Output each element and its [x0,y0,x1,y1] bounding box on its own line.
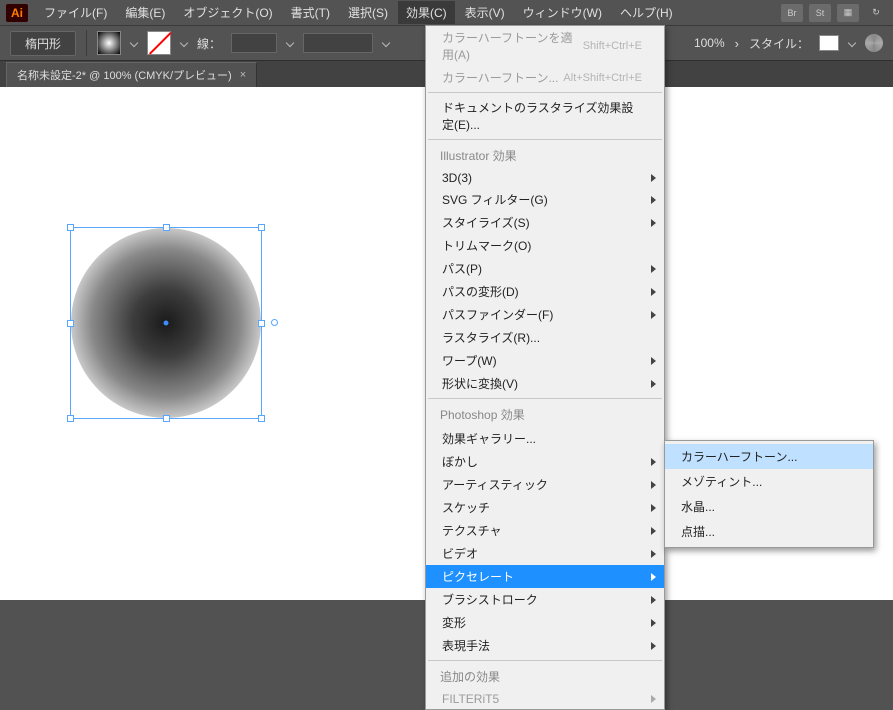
menu-pathfinder[interactable]: パスファインダー(F) [426,303,664,326]
submenu-mezzotint[interactable]: メゾティント... [665,469,873,494]
menu-window[interactable]: ウィンドウ(W) [515,1,610,24]
fill-dropdown-icon[interactable] [130,39,138,47]
shape-label: 楕円形 [10,31,76,56]
header-extra: 追加の効果 [426,664,664,689]
menu-blur[interactable]: ぼかし [426,450,664,473]
handle-bm[interactable] [163,415,170,422]
handle-tm[interactable] [163,224,170,231]
menu-type[interactable]: 書式(T) [283,1,338,24]
menu-svg-filter[interactable]: SVG フィルター(G) [426,188,664,211]
handle-mr[interactable] [258,320,265,327]
menu-transform[interactable]: 変形 [426,611,664,634]
fill-swatch[interactable] [97,31,121,55]
menu-convert-shape[interactable]: 形状に変換(V) [426,372,664,395]
sync-icon[interactable]: ↻ [865,4,887,22]
menu-help[interactable]: ヘルプ(H) [612,1,681,24]
menu-effect-gallery[interactable]: 効果ギャラリー... [426,427,664,450]
stock-icon[interactable]: St [809,4,831,22]
pie-handle[interactable] [271,319,278,326]
menu-file[interactable]: ファイル(F) [36,1,115,24]
menu-warp[interactable]: ワープ(W) [426,349,664,372]
menu-rasterize[interactable]: ラスタライズ(R)... [426,326,664,349]
menu-view[interactable]: 表示(V) [457,1,513,24]
menu-trim-marks[interactable]: トリムマーク(O) [426,234,664,257]
menu-apply-last: カラーハーフトーンを適用(A)Shift+Ctrl+E [426,26,664,66]
handle-bl[interactable] [67,415,74,422]
stroke-profile-input[interactable] [303,33,373,53]
style-swatch[interactable] [819,35,839,51]
menu-path[interactable]: パス(P) [426,257,664,280]
menu-last-effect: カラーハーフトーン...Alt+Shift+Ctrl+E [426,66,664,89]
tab-title: 名称未設定-2* @ 100% (CMYK/プレビュー) [17,67,232,83]
menu-effect[interactable]: 効果(C) [398,1,455,24]
handle-br[interactable] [258,415,265,422]
menu-select[interactable]: 選択(S) [340,1,396,24]
stroke-label: 線： [197,35,221,52]
stroke-dropdown-icon[interactable] [180,39,188,47]
menu-video[interactable]: ビデオ [426,542,664,565]
opacity-chevron-icon[interactable]: › [735,36,739,51]
menu-distort[interactable]: パスの変形(D) [426,280,664,303]
menu-stylize[interactable]: スタイライズ(S) [426,211,664,234]
menu-3d[interactable]: 3D(3) [426,168,664,188]
submenu-color-halftone[interactable]: カラーハーフトーン... [665,444,873,469]
close-icon[interactable]: × [240,69,246,81]
menu-pixelate[interactable]: ピクセレート [426,565,664,588]
menu-rasterize-settings[interactable]: ドキュメントのラスタライズ効果設定(E)... [426,96,664,136]
menubar: Ai ファイル(F) 編集(E) オブジェクト(O) 書式(T) 選択(S) 効… [0,0,893,25]
bridge-icon[interactable]: Br [781,4,803,22]
menu-artistic[interactable]: アーティスティック [426,473,664,496]
submenu-crystallize[interactable]: 水晶... [665,494,873,519]
menu-edit[interactable]: 編集(E) [117,1,173,24]
center-point[interactable] [164,321,169,326]
effect-dropdown: カラーハーフトーンを適用(A)Shift+Ctrl+E カラーハーフトーン...… [425,25,665,710]
menu-texture[interactable]: テクスチャ [426,519,664,542]
header-photoshop: Photoshop 効果 [426,402,664,427]
pixelate-submenu: カラーハーフトーン... メゾティント... 水晶... 点描... [664,440,874,548]
header-illustrator: Illustrator 効果 [426,143,664,168]
stroke-weight-input[interactable] [231,33,277,53]
selection-bounds[interactable] [70,227,262,419]
submenu-pointillize[interactable]: 点描... [665,519,873,544]
handle-tr[interactable] [258,224,265,231]
handle-tl[interactable] [67,224,74,231]
menu-object[interactable]: オブジェクト(O) [175,1,280,24]
handle-ml[interactable] [67,320,74,327]
menu-sketch[interactable]: スケッチ [426,496,664,519]
menu-express[interactable]: 表現手法 [426,634,664,657]
stroke-swatch[interactable] [147,31,171,55]
style-label: スタイル： [749,35,809,52]
app-logo: Ai [6,4,28,22]
opacity-value[interactable]: 100% [694,36,725,50]
document-tab[interactable]: 名称未設定-2* @ 100% (CMYK/プレビュー) × [6,62,257,87]
menu-filterit: FILTERiT5 [426,689,664,709]
workspace-icon[interactable]: ▦ [837,4,859,22]
recolor-icon[interactable] [865,34,883,52]
